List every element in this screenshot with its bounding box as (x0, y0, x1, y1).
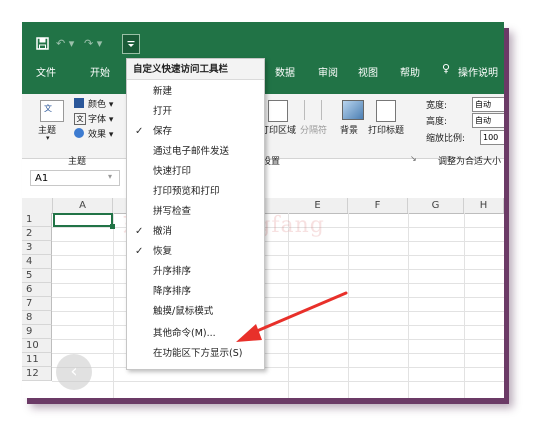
print-titles-button[interactable]: 打印标题 (368, 123, 404, 136)
customize-qat-icon (127, 41, 135, 47)
grid-line (52, 353, 504, 354)
height-select[interactable]: 自动 (472, 113, 504, 128)
excel-window: ↶ ▾ ↷ ▾ 文件 开始 数据 审阅 视图 帮助 ♀ 操作说明 文 主题 ▾ … (22, 22, 504, 398)
menu-item-print-preview[interactable]: 打印预览和打印 (127, 182, 264, 202)
row-header[interactable]: 1 (22, 213, 52, 227)
name-box[interactable]: A1 (30, 170, 120, 186)
grid-line (52, 283, 504, 284)
column-header-f[interactable]: F (348, 198, 408, 213)
row-header[interactable]: 2 (22, 227, 52, 241)
fonts-icon: 文 (74, 113, 86, 125)
menu-item-undo[interactable]: ✓ 撤消 (127, 222, 264, 242)
row-header[interactable]: 5 (22, 269, 52, 283)
menu-item-new[interactable]: 新建 (127, 82, 264, 102)
menu-item-redo[interactable]: ✓ 恢复 (127, 242, 264, 262)
tab-help[interactable]: 帮助 (400, 64, 420, 79)
name-box-dropdown-icon[interactable]: ▾ (108, 172, 112, 181)
checkmark-icon: ✓ (135, 246, 144, 257)
theme-group-label: 主题 (68, 157, 87, 167)
colors-icon (74, 98, 84, 108)
menu-item-quick-print[interactable]: 快速打印 (127, 162, 264, 182)
red-arrow-annotation (236, 291, 348, 342)
width-label: 宽度: (426, 101, 448, 111)
row-header[interactable]: 8 (22, 311, 52, 325)
scale-input[interactable]: 100 (480, 130, 504, 145)
effects-button[interactable]: 效果 ▾ (88, 127, 113, 140)
back-nav-button[interactable]: ‹ (56, 354, 92, 390)
themes-chevron-icon: ▾ (46, 134, 50, 142)
menu-title: 自定义快速访问工具栏 (127, 59, 264, 80)
scale-label: 缩放比例: (426, 134, 466, 144)
redo-icon[interactable]: ↷ ▾ (84, 37, 102, 50)
grid-line (52, 381, 504, 382)
row-header[interactable]: 10 (22, 339, 52, 353)
row-header[interactable]: 7 (22, 297, 52, 311)
column-header-h[interactable]: H (464, 198, 504, 213)
select-all-corner[interactable] (22, 198, 53, 213)
grid-line (52, 255, 504, 256)
background-button[interactable]: 背景 (340, 123, 358, 136)
column-header-g[interactable]: G (408, 198, 464, 213)
tab-review[interactable]: 审阅 (318, 64, 338, 79)
tab-home[interactable]: 开始 (90, 64, 110, 79)
active-cell-a1[interactable] (53, 213, 113, 227)
lightbulb-icon[interactable]: ♀ (442, 62, 450, 75)
column-header-a[interactable]: A (53, 198, 113, 213)
row-header[interactable]: 6 (22, 283, 52, 297)
menu-item-spelling[interactable]: 拼写检查 (127, 202, 264, 222)
effects-icon (74, 128, 84, 138)
checkmark-icon: ✓ (135, 126, 144, 137)
themes-icon[interactable]: 文 (40, 100, 64, 122)
background-icon (342, 100, 364, 120)
print-area-icon (268, 100, 288, 122)
grid-line (52, 367, 504, 368)
width-select[interactable]: 自动 (472, 97, 504, 112)
chevron-left-icon: ‹ (70, 361, 78, 382)
print-titles-icon (376, 100, 396, 122)
undo-icon[interactable]: ↶ ▾ (56, 37, 74, 50)
tab-view[interactable]: 视图 (358, 64, 378, 79)
save-icon[interactable] (36, 37, 49, 54)
grid-line (52, 241, 504, 242)
row-header[interactable]: 12 (22, 367, 52, 381)
breaks-icon (304, 100, 322, 120)
menu-item-email[interactable]: 通过电子邮件发送 (127, 142, 264, 162)
menu-item-sort-ascending[interactable]: 升序排序 (127, 262, 264, 282)
tab-tell-me[interactable]: 操作说明 (458, 64, 498, 79)
row-header[interactable]: 4 (22, 255, 52, 269)
checkmark-icon: ✓ (135, 226, 144, 237)
row-header[interactable]: 11 (22, 353, 52, 367)
tab-file[interactable]: 文件 (36, 64, 56, 79)
tab-data[interactable]: 数据 (275, 64, 295, 79)
grid-line (52, 269, 504, 270)
height-label: 高度: (426, 117, 448, 127)
scale-group-label: 调整为合适大小 (438, 157, 502, 167)
dialog-launcher-icon[interactable]: ↘ (410, 154, 417, 163)
menu-item-open[interactable]: 打开 (127, 102, 264, 122)
row-header[interactable]: 3 (22, 241, 52, 255)
fonts-button[interactable]: 字体 ▾ (88, 112, 113, 125)
print-area-button[interactable]: 打印区域 (260, 123, 296, 136)
row-header[interactable]: 9 (22, 325, 52, 339)
customize-qat-button[interactable] (122, 34, 140, 54)
fill-handle[interactable] (110, 224, 115, 229)
menu-item-save[interactable]: ✓ 保存 (127, 122, 264, 142)
breaks-button[interactable]: 分隔符 (300, 123, 327, 136)
colors-button[interactable]: 颜色 ▾ (88, 97, 113, 110)
